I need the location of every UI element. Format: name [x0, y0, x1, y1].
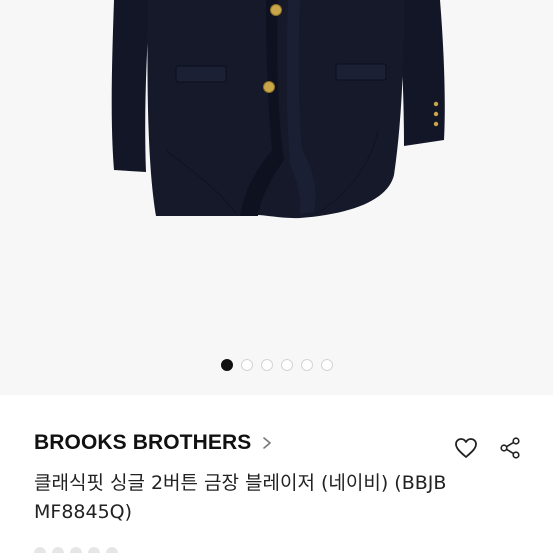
like-button[interactable] — [453, 435, 479, 461]
gallery-dot[interactable] — [240, 359, 253, 371]
rating-dot — [34, 547, 46, 553]
share-icon — [500, 437, 520, 459]
chevron-right-icon — [263, 437, 272, 449]
rating-dot — [70, 547, 82, 553]
gallery-dot[interactable] — [220, 359, 233, 371]
product-image-gallery[interactable] — [0, 0, 553, 395]
gallery-dot[interactable] — [320, 359, 333, 371]
share-button[interactable] — [497, 435, 523, 461]
rating-dot — [88, 547, 100, 553]
product-image — [111, 0, 445, 219]
gallery-dot[interactable] — [260, 359, 273, 371]
rating-dot — [52, 547, 64, 553]
gallery-dot[interactable] — [280, 359, 293, 371]
product-actions — [453, 435, 523, 461]
product-title: 클래식핏 싱글 2버튼 금장 블레이저 (네이비) (BBJB MF8845Q) — [34, 472, 447, 523]
rating-placeholder — [34, 547, 118, 553]
heart-icon — [455, 438, 477, 458]
brand-name[interactable]: BROOKS BROTHERS — [34, 431, 251, 455]
product-info: BROOKS BROTHERS 클래식핏 싱글 2버튼 금장 블레이저 (네이비… — [0, 395, 553, 553]
rating-dot — [106, 547, 118, 553]
brand-link[interactable]: BROOKS BROTHERS — [34, 431, 273, 455]
gallery-pagination — [0, 358, 553, 372]
gallery-dot[interactable] — [300, 359, 313, 371]
